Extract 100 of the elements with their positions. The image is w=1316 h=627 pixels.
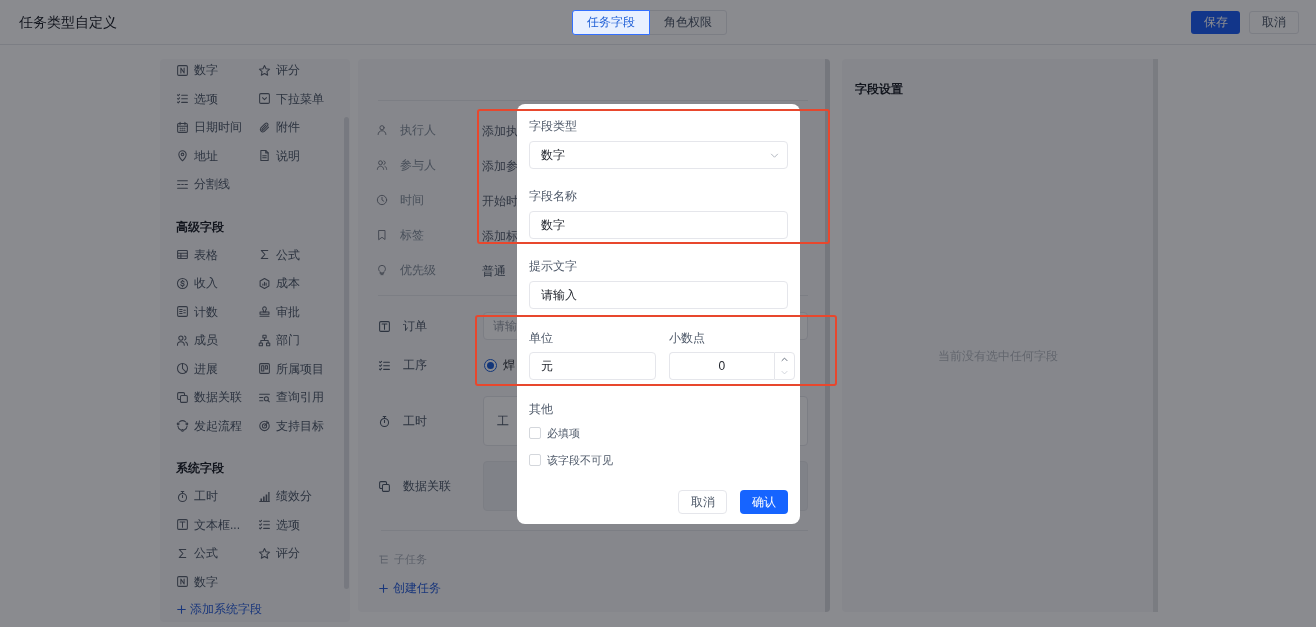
sigma-icon — [258, 248, 271, 262]
primary-button[interactable]: 确认 — [740, 490, 788, 514]
field-type-item[interactable]: 选项 — [176, 84, 258, 113]
field-type-item[interactable]: 评分 — [258, 59, 340, 85]
field-type-item[interactable]: 附件 — [258, 113, 340, 142]
field-type-item[interactable]: 公式 — [176, 539, 258, 568]
field-placeholder[interactable]: 添加参 — [482, 158, 518, 173]
field-type-item[interactable]: 进展 — [176, 354, 258, 383]
checkbox[interactable] — [529, 454, 541, 466]
field-type-item[interactable]: 部门 — [258, 326, 340, 355]
field-type-item[interactable]: 分割线 — [176, 170, 258, 199]
field-label: 其他 — [529, 401, 553, 417]
field-label: 字段名称 — [529, 188, 577, 204]
field-label: 单位 — [529, 330, 553, 346]
bookmark-icon — [376, 228, 388, 241]
star-icon — [258, 63, 271, 77]
n-square-icon — [176, 575, 189, 589]
option-label: 焊 — [503, 357, 515, 374]
section-heading: 高级字段 — [176, 218, 225, 236]
create-task-link[interactable]: 创建任务 — [378, 580, 441, 596]
text-square-icon — [378, 319, 391, 333]
field-type-item[interactable]: 绩效分 — [258, 482, 340, 511]
table-icon — [176, 248, 189, 262]
star-icon — [258, 546, 271, 560]
field-placeholder[interactable]: 添加执 — [482, 123, 518, 138]
chevron-down-icon[interactable] — [780, 368, 789, 377]
field-type-item[interactable]: 表格 — [176, 240, 258, 269]
users-icon — [176, 333, 189, 347]
field-type-item[interactable]: 数字 — [176, 567, 258, 596]
field-type-item[interactable]: 收入 — [176, 269, 258, 298]
field-type-item[interactable]: 说明 — [258, 141, 340, 170]
hexagon-icon — [258, 276, 271, 290]
field-label: 标签 — [400, 226, 424, 244]
select-field[interactable]: 数字 — [529, 141, 788, 169]
text-input[interactable]: 请输入 — [529, 281, 788, 309]
bar-chart-icon — [258, 489, 271, 503]
field-type-item[interactable]: 支持目标 — [258, 411, 340, 440]
field-type-item[interactable]: 数据关联 — [176, 383, 258, 412]
light-bulb-icon — [376, 263, 388, 276]
field-placeholder[interactable]: 开始时 — [482, 193, 518, 208]
field-label: 参与人 — [400, 156, 436, 174]
subtask-icon — [378, 553, 389, 565]
field-type-item[interactable]: 数字 — [176, 59, 258, 85]
field-type-item[interactable]: 计数 — [176, 297, 258, 326]
scrollbar-track[interactable] — [825, 59, 830, 612]
n-square-icon — [176, 63, 189, 77]
text-input[interactable]: 数字 — [529, 211, 788, 239]
field-label: 字段类型 — [529, 118, 577, 134]
pie-chart-icon — [176, 362, 189, 376]
checkbox-label: 必填项 — [547, 425, 580, 441]
org-chart-icon — [258, 333, 271, 347]
sigma-icon — [176, 546, 189, 560]
field-type-item[interactable]: 工时 — [176, 482, 258, 511]
field-type-item[interactable]: 审批 — [258, 297, 340, 326]
cancel-button[interactable]: 取消 — [678, 490, 727, 514]
radio-button[interactable] — [484, 358, 497, 372]
checklist-icon — [258, 518, 271, 532]
user-icon — [376, 123, 388, 136]
checkbox[interactable] — [529, 427, 541, 439]
field-type-item[interactable]: 成本 — [258, 269, 340, 298]
field-label: 订单 — [403, 318, 427, 335]
cancel-button[interactable]: 取消 — [1249, 10, 1299, 34]
field-type-item[interactable]: 日期时间 — [176, 113, 258, 142]
tab[interactable]: 任务字段 — [572, 9, 650, 35]
tab[interactable]: 角色权限 — [649, 9, 727, 35]
field-label: 提示文字 — [529, 258, 577, 274]
field-label: 时间 — [400, 191, 424, 209]
field-placeholder[interactable]: 添加标 — [482, 228, 518, 243]
checklist-icon — [378, 358, 391, 372]
field-type-item[interactable]: 下拉菜单 — [258, 84, 340, 113]
stepper[interactable] — [774, 352, 795, 380]
stamp-icon — [258, 305, 271, 319]
clock-icon — [376, 193, 388, 206]
page-title: 任务类型自定义 — [19, 13, 117, 32]
plus-icon — [176, 603, 187, 615]
field-type-item[interactable]: 文本框... — [176, 510, 258, 539]
field-type-item[interactable]: 成员 — [176, 326, 258, 355]
field-type-item[interactable]: 查询引用 — [258, 383, 340, 412]
users-icon — [376, 158, 388, 171]
map-pin-icon — [176, 149, 189, 163]
checkbox-label: 该字段不可见 — [547, 452, 613, 468]
field-type-item[interactable]: 公式 — [258, 240, 340, 269]
plus-icon — [378, 582, 389, 594]
field-type-item[interactable]: 评分 — [258, 539, 340, 568]
chevron-up-icon[interactable] — [780, 355, 789, 364]
field-label: 工序 — [403, 357, 427, 374]
primary-button[interactable]: 保存 — [1191, 10, 1240, 34]
cycle-icon — [176, 419, 189, 433]
field-type-item[interactable]: 地址 — [176, 141, 258, 170]
field-type-item[interactable]: 所属项目 — [258, 354, 340, 383]
field-type-item[interactable]: 选项 — [258, 510, 340, 539]
field-label: 工时 — [403, 413, 427, 430]
text-input[interactable]: 元 — [529, 352, 656, 380]
add-system-field-link[interactable]: 添加系统字段 — [176, 596, 262, 622]
number-input[interactable]: 0 — [668, 352, 774, 380]
overlapping-squares-icon — [176, 390, 189, 404]
field-label: 数据关联 — [403, 478, 451, 495]
field-type-item[interactable]: 发起流程 — [176, 411, 258, 440]
document-icon — [258, 149, 271, 163]
text-square-icon — [176, 518, 189, 532]
